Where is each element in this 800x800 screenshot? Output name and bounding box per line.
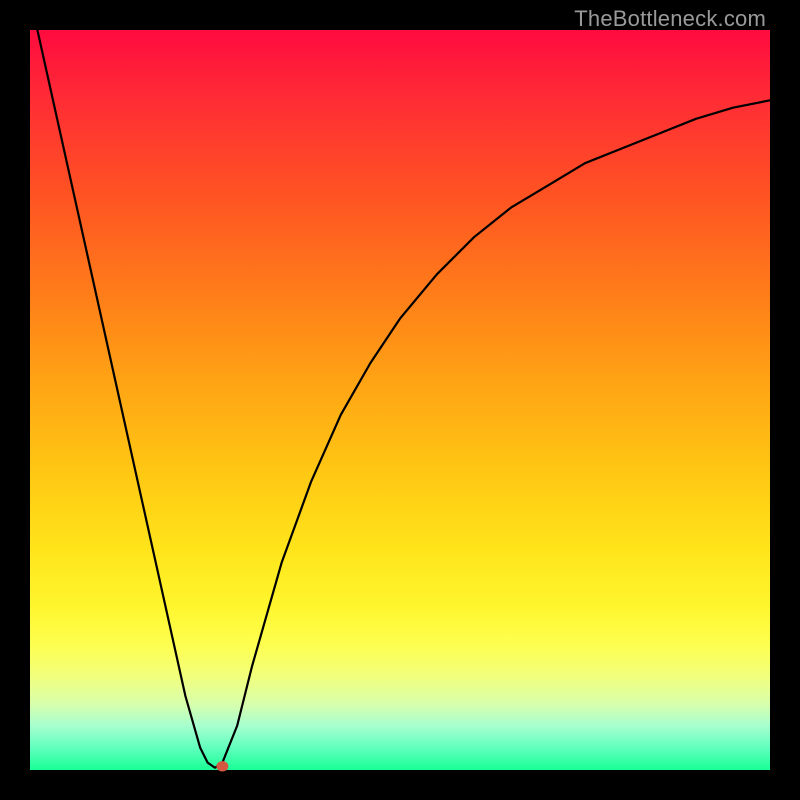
min-marker xyxy=(216,761,228,771)
watermark-text: TheBottleneck.com xyxy=(574,6,766,32)
bottleneck-curve xyxy=(37,30,770,768)
curve-svg xyxy=(30,30,770,770)
plot-area xyxy=(30,30,770,770)
chart-frame: TheBottleneck.com xyxy=(0,0,800,800)
